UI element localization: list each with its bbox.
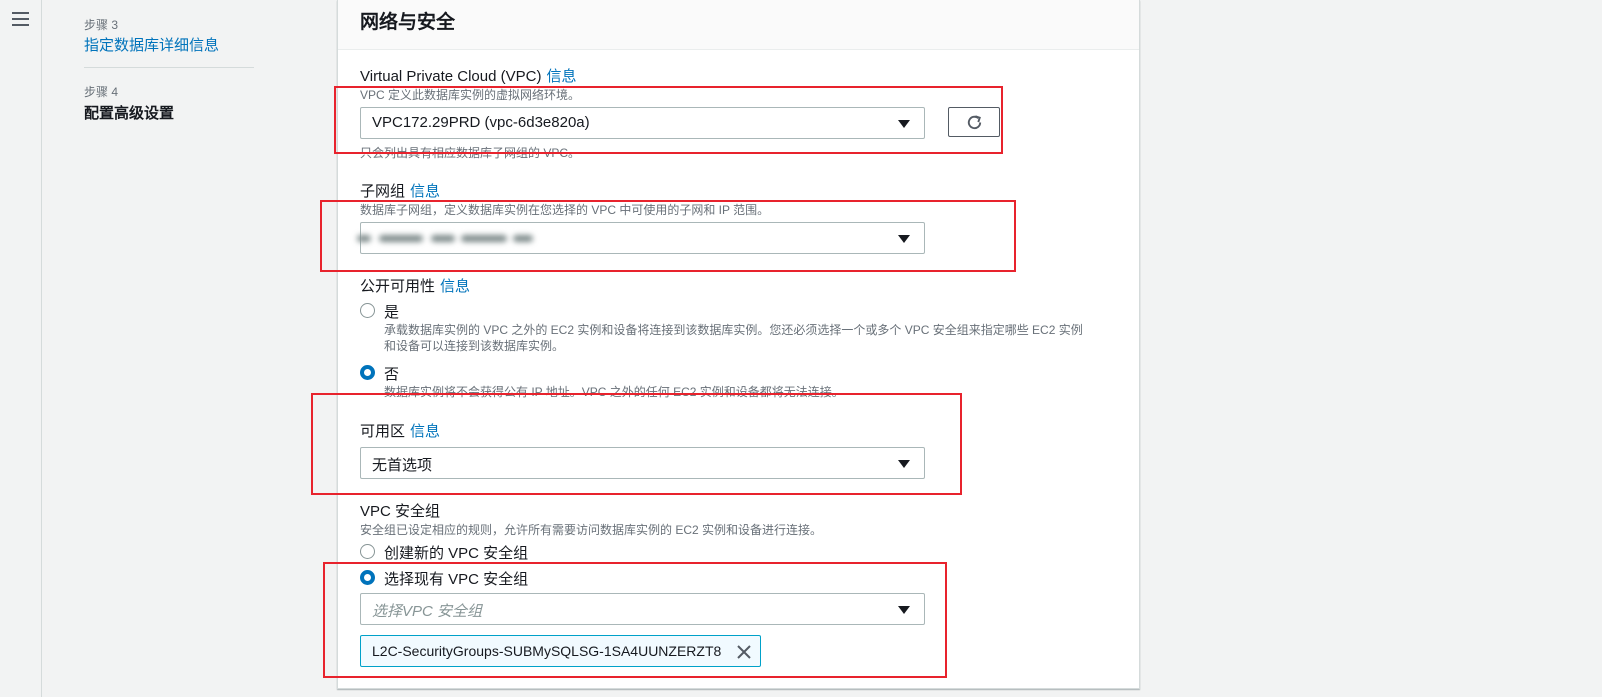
subnet-group-label-text: 子网组 bbox=[360, 183, 406, 200]
existing-sg-label: 选择现有 VPC 安全组 bbox=[384, 571, 529, 588]
subnet-group-label: 子网组 信息 bbox=[360, 180, 440, 201]
subnet-group-info-link[interactable]: 信息 bbox=[410, 183, 440, 200]
security-group-token: L2C-SecurityGroups-SUBMySQLSG-1SA4UUNZER… bbox=[360, 635, 761, 667]
create-sg-radio[interactable] bbox=[360, 544, 375, 559]
left-rail bbox=[0, 0, 42, 697]
caret-down-icon bbox=[898, 120, 910, 128]
caret-down-icon bbox=[898, 235, 910, 243]
security-group-description: 安全组已设定相应的规则，允许所有需要访问数据库实例的 EC2 实例和设备进行连接… bbox=[360, 523, 823, 537]
step-3-link[interactable]: 指定数据库详细信息 bbox=[84, 34, 219, 55]
security-group-select[interactable]: 选择VPC 安全组 bbox=[360, 593, 925, 625]
security-group-placeholder: 选择VPC 安全组 bbox=[372, 603, 483, 620]
public-access-label-text: 公开可用性 bbox=[360, 278, 436, 295]
public-yes-label: 是 bbox=[384, 304, 400, 321]
step-divider bbox=[84, 67, 254, 68]
availability-zone-select[interactable]: 无首选项 bbox=[360, 447, 925, 479]
vpc-info-link[interactable]: 信息 bbox=[546, 68, 576, 85]
create-sg-label: 创建新的 VPC 安全组 bbox=[384, 545, 529, 562]
public-yes-radio[interactable] bbox=[360, 303, 375, 318]
caret-down-icon bbox=[898, 606, 910, 614]
caret-down-icon bbox=[898, 460, 910, 468]
subnet-group-description: 数据库子网组，定义数据库实例在您选择的 VPC 中可使用的子网和 IP 范围。 bbox=[360, 203, 770, 217]
vpc-label: Virtual Private Cloud (VPC) 信息 bbox=[360, 65, 576, 86]
vpc-label-text: Virtual Private Cloud (VPC) bbox=[360, 68, 542, 85]
step-4-current: 配置高级设置 bbox=[84, 105, 175, 122]
refresh-vpc-button[interactable] bbox=[948, 107, 1000, 137]
public-no-description: 数据库实例将不会获得公有 IP 地址。VPC 之外的任何 EC2 实例和设备都将… bbox=[384, 385, 844, 399]
network-security-panel: 网络与安全 Virtual Private Cloud (VPC) 信息 VPC … bbox=[337, 0, 1140, 689]
step-4-label: 步骤 4 bbox=[84, 85, 119, 99]
availability-zone-label: 可用区 信息 bbox=[360, 420, 440, 441]
menu-icon[interactable] bbox=[12, 11, 30, 27]
security-group-token-text: L2C-SecurityGroups-SUBMySQLSG-1SA4UUNZER… bbox=[372, 643, 722, 659]
redacted-value bbox=[357, 231, 537, 247]
vpc-description: VPC 定义此数据库实例的虚拟网络环境。 bbox=[360, 88, 581, 102]
vpc-hint: 只会列出具有相应数据库子网组的 VPC。 bbox=[360, 146, 581, 160]
public-yes-description-2: 和设备可以连接到该数据库实例。 bbox=[384, 339, 565, 353]
panel-header: 网络与安全 bbox=[338, 0, 1139, 50]
public-access-info-link[interactable]: 信息 bbox=[440, 278, 470, 295]
public-access-label: 公开可用性 信息 bbox=[360, 275, 470, 296]
refresh-icon bbox=[967, 115, 982, 130]
public-yes-description-1: 承载数据库实例的 VPC 之外的 EC2 实例和设备将连接到该数据库实例。您还必… bbox=[384, 323, 1083, 337]
step-3-label: 步骤 3 bbox=[84, 18, 119, 32]
security-group-label: VPC 安全组 bbox=[360, 503, 441, 520]
vpc-select[interactable]: VPC172.29PRD (vpc-6d3e820a) bbox=[360, 107, 925, 139]
existing-sg-radio[interactable] bbox=[360, 570, 375, 585]
availability-zone-value: 无首选项 bbox=[372, 457, 433, 474]
vpc-select-value: VPC172.29PRD (vpc-6d3e820a) bbox=[372, 114, 590, 131]
close-icon[interactable] bbox=[735, 643, 753, 661]
public-no-label: 否 bbox=[384, 366, 400, 383]
availability-zone-label-text: 可用区 bbox=[360, 423, 406, 440]
availability-zone-info-link[interactable]: 信息 bbox=[410, 423, 440, 440]
page-title: 网络与安全 bbox=[360, 12, 456, 33]
public-no-radio[interactable] bbox=[360, 365, 375, 380]
subnet-group-select[interactable] bbox=[357, 222, 925, 254]
